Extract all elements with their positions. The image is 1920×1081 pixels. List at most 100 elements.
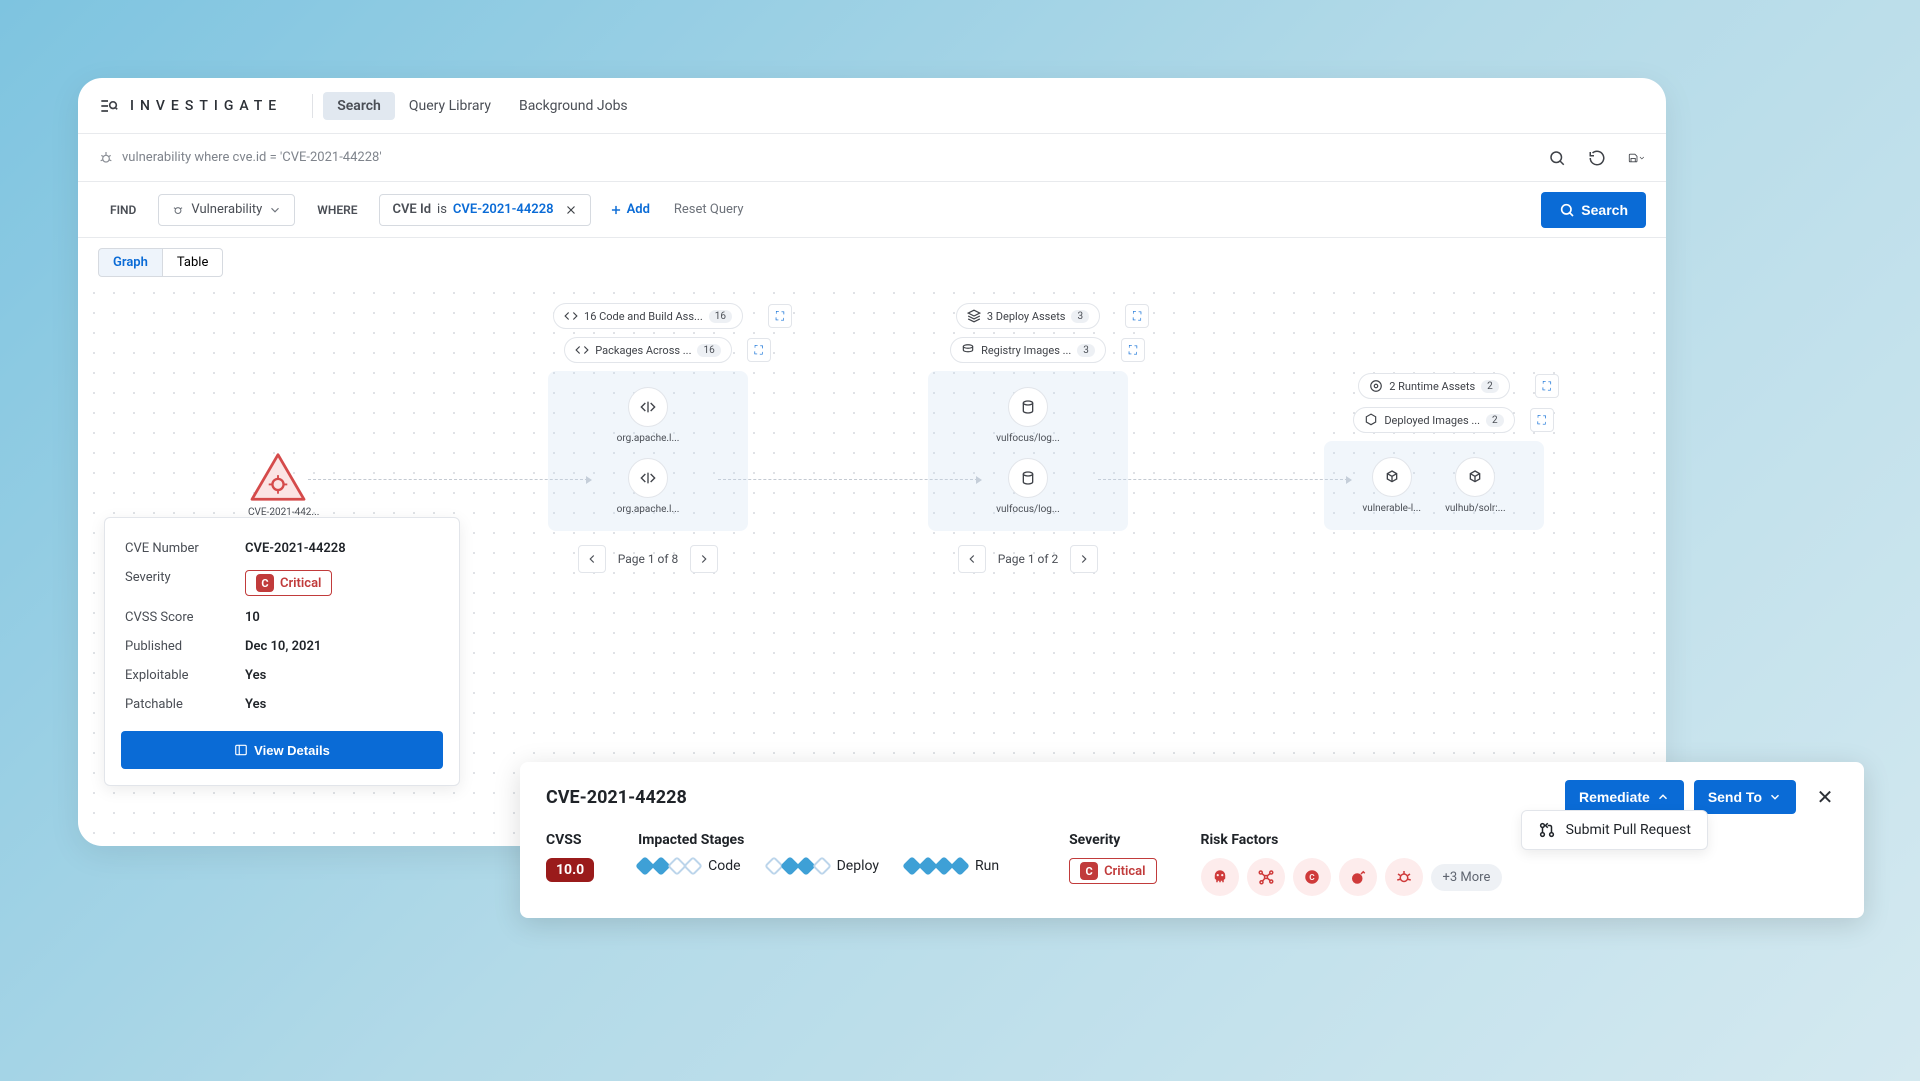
pager-text: Page 1 of 2 xyxy=(998,552,1059,566)
asset-node[interactable]: org.apache.l... xyxy=(617,458,680,515)
clause-field: CVE Id xyxy=(392,202,431,217)
popover-label: Severity xyxy=(125,570,245,596)
tab-graph[interactable]: Graph xyxy=(98,248,163,277)
remediate-button[interactable]: Remediate xyxy=(1565,780,1684,814)
risk-skull-icon[interactable] xyxy=(1201,858,1239,896)
cube-icon xyxy=(1364,413,1378,427)
pager-next-button[interactable] xyxy=(1070,545,1098,573)
database-icon xyxy=(1008,387,1048,427)
cvss-group: CVSS 10.0 xyxy=(546,832,594,882)
search-button[interactable]: Search xyxy=(1541,192,1646,228)
code-icon xyxy=(564,309,578,323)
pager-prev-button[interactable] xyxy=(578,545,606,573)
stage-box: org.apache.l... org.apache.l... xyxy=(548,371,748,531)
stage-pill[interactable]: Registry Images ... 3 ⛶ xyxy=(950,337,1106,363)
stage-code: Code xyxy=(638,858,740,874)
popover-value: Yes xyxy=(245,668,266,683)
popover-label: Published xyxy=(125,639,245,654)
expand-icon[interactable]: ⛶ xyxy=(747,338,771,362)
where-label: WHERE xyxy=(305,194,369,226)
runtime-icon xyxy=(1369,379,1383,393)
undo-icon[interactable] xyxy=(1588,149,1606,167)
code-icon xyxy=(628,387,668,427)
expand-icon[interactable]: ⛶ xyxy=(1535,374,1559,398)
stage-pill[interactable]: Packages Across ... 16 ⛶ xyxy=(564,337,731,363)
close-icon[interactable]: ✕ xyxy=(1812,785,1838,809)
risk-network-icon[interactable] xyxy=(1247,858,1285,896)
risk-bug-icon[interactable] xyxy=(1385,858,1423,896)
asset-node[interactable]: vulfocus/log... xyxy=(996,458,1060,515)
cvss-score: 10.0 xyxy=(546,858,594,882)
close-icon[interactable] xyxy=(564,203,578,217)
divider xyxy=(312,94,313,118)
entity-chip[interactable]: Vulnerability xyxy=(158,194,295,226)
clause-chip[interactable]: CVE Id is CVE-2021-44228 xyxy=(379,194,590,226)
graph-canvas[interactable]: CVE-2021-442... CVE NumberCVE-2021-44228… xyxy=(78,277,1666,837)
expand-icon[interactable]: ⛶ xyxy=(1125,304,1149,328)
more-risk-factors[interactable]: +3 More xyxy=(1431,864,1503,891)
alert-triangle-icon xyxy=(248,451,308,503)
popover-label: CVSS Score xyxy=(125,610,245,625)
tab-table[interactable]: Table xyxy=(163,248,223,277)
query-text[interactable]: vulnerability where cve.id = 'CVE-2021-4… xyxy=(122,150,382,165)
asset-node[interactable]: org.apache.l... xyxy=(617,387,680,444)
tab-query-library[interactable]: Query Library xyxy=(395,92,505,120)
severity-badge: CCritical xyxy=(1069,858,1156,884)
popover-value: Yes xyxy=(245,697,266,712)
pager-next-button[interactable] xyxy=(690,545,718,573)
bug-icon xyxy=(98,150,114,166)
code-icon xyxy=(575,343,589,357)
main-window: INVESTIGATE Search Query Library Backgro… xyxy=(78,78,1666,846)
top-bar: INVESTIGATE Search Query Library Backgro… xyxy=(78,78,1666,134)
detail-panel: CVE-2021-44228 Remediate Send To ✕ Submi… xyxy=(520,762,1864,918)
impacted-stages-group: Impacted Stages Code Deploy Run xyxy=(638,832,1025,874)
pager: Page 1 of 8 xyxy=(518,545,778,573)
risk-bomb-icon[interactable] xyxy=(1339,858,1377,896)
expand-icon[interactable]: ⛶ xyxy=(1530,408,1554,432)
expand-icon[interactable]: ⛶ xyxy=(1121,338,1145,362)
svg-text:C: C xyxy=(1309,873,1315,883)
chevron-down-icon xyxy=(268,203,282,217)
brand-icon xyxy=(98,96,118,116)
save-icon[interactable] xyxy=(1628,149,1646,167)
stage-box: vulfocus/log... vulfocus/log... xyxy=(928,371,1128,531)
view-tabs: Graph Table xyxy=(78,238,1666,277)
add-clause-button[interactable]: Add xyxy=(609,202,650,217)
add-label: Add xyxy=(627,202,650,217)
cube-icon xyxy=(1455,457,1495,497)
clause-value: CVE-2021-44228 xyxy=(453,202,554,217)
popover-value: Dec 10, 2021 xyxy=(245,639,321,654)
search-icon[interactable] xyxy=(1548,149,1566,167)
pager-prev-button[interactable] xyxy=(958,545,986,573)
severity-group: Severity CCritical xyxy=(1069,832,1156,884)
filter-bar: FIND Vulnerability WHERE CVE Id is CVE-2… xyxy=(78,182,1666,238)
view-details-button[interactable]: View Details xyxy=(121,731,443,769)
reset-query-button[interactable]: Reset Query xyxy=(674,202,744,217)
asset-node[interactable]: vulnerable-l... xyxy=(1362,457,1421,514)
pager-text: Page 1 of 8 xyxy=(618,552,679,566)
vulnerability-node[interactable]: CVE-2021-442... xyxy=(248,451,319,518)
asset-node[interactable]: vulfocus/log... xyxy=(996,387,1060,444)
detail-title: CVE-2021-44228 xyxy=(546,787,687,808)
tab-background-jobs[interactable]: Background Jobs xyxy=(505,92,642,120)
stage-pill[interactable]: Deployed Images ... 2 ⛶ xyxy=(1353,407,1514,433)
submit-pull-request-button[interactable]: Submit Pull Request xyxy=(1521,810,1708,850)
popover-label: Patchable xyxy=(125,697,245,712)
stage-deploy-column: 3 Deploy Assets 3 ⛶ Registry Images ... … xyxy=(898,303,1158,573)
tab-search[interactable]: Search xyxy=(323,92,395,120)
risk-critical-icon[interactable]: C xyxy=(1293,858,1331,896)
send-to-button[interactable]: Send To xyxy=(1694,780,1796,814)
severity-badge: CCritical xyxy=(245,570,332,596)
stage-code-column: 16 Code and Build Ass... 16 ⛶ Packages A… xyxy=(518,303,778,573)
asset-node[interactable]: vulhub/solr:... xyxy=(1445,457,1506,514)
stage-deploy: Deploy xyxy=(767,858,879,874)
bug-icon xyxy=(171,203,185,217)
stage-pill[interactable]: 16 Code and Build Ass... 16 ⛶ xyxy=(553,303,743,329)
stage-pill[interactable]: 3 Deploy Assets 3 ⛶ xyxy=(956,303,1100,329)
popover-label: CVE Number xyxy=(125,541,245,556)
database-icon xyxy=(1008,458,1048,498)
stage-box: vulnerable-l... vulhub/solr:... xyxy=(1324,441,1544,530)
stage-pill[interactable]: 2 Runtime Assets 2 ⛶ xyxy=(1358,373,1510,399)
expand-icon[interactable]: ⛶ xyxy=(768,304,792,328)
vulnerability-popover: CVE NumberCVE-2021-44228 Severity CCriti… xyxy=(104,517,460,786)
